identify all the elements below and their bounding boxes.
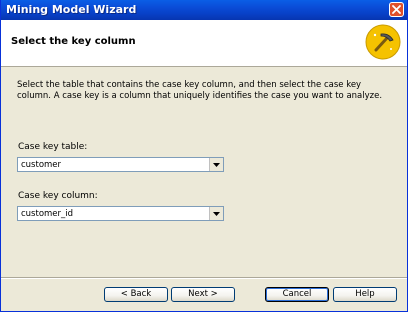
- close-icon: [392, 5, 401, 14]
- cancel-button[interactable]: Cancel: [265, 287, 329, 302]
- wizard-window: Mining Model Wizard Select the key colum…: [0, 0, 408, 312]
- case-key-column-label: Case key column:: [18, 191, 98, 201]
- help-button[interactable]: Help: [333, 287, 397, 302]
- wizard-footer: < Back Next > Cancel Help: [1, 277, 407, 311]
- case-key-column-select[interactable]: customer_id: [17, 206, 224, 221]
- close-button[interactable]: [389, 2, 404, 17]
- chevron-down-icon[interactable]: [209, 158, 223, 171]
- title-bar[interactable]: Mining Model Wizard: [1, 0, 407, 20]
- mining-wand-icon: [365, 24, 401, 60]
- case-key-table-value: customer: [21, 160, 62, 170]
- wizard-content: Select the table that contains the case …: [1, 67, 407, 277]
- case-key-column-value: customer_id: [21, 209, 74, 219]
- page-title: Select the key column: [11, 36, 136, 47]
- next-button[interactable]: Next >: [171, 287, 235, 302]
- wizard-header: Select the key column: [1, 20, 407, 67]
- window-title: Mining Model Wizard: [6, 3, 137, 16]
- footer-divider: [1, 277, 407, 279]
- description-text: Select the table that contains the case …: [17, 80, 383, 101]
- case-key-table-select[interactable]: customer: [17, 157, 224, 172]
- back-button[interactable]: < Back: [104, 287, 168, 302]
- case-key-table-label: Case key table:: [18, 142, 88, 152]
- chevron-down-icon[interactable]: [209, 207, 223, 220]
